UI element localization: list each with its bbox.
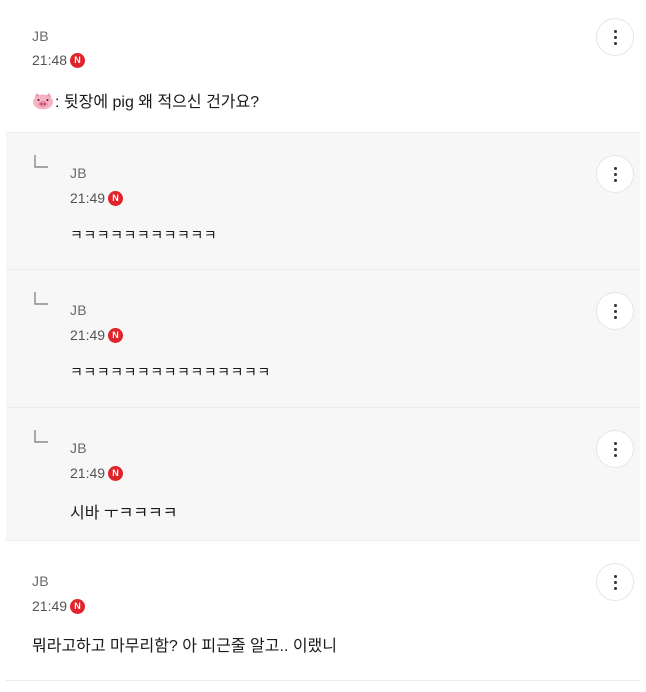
- comment-author[interactable]: JB: [70, 440, 87, 456]
- comment-time: 21:49: [32, 598, 68, 614]
- comment-time: 21:49: [70, 465, 106, 481]
- comment-time: 21:49: [70, 190, 106, 206]
- more-options-button[interactable]: [596, 18, 634, 56]
- new-badge: N: [108, 327, 124, 343]
- comment-author[interactable]: JB: [32, 28, 49, 44]
- comment: JB 21:49 N 뭐라고하고 마무리함? 아 피근줄 알고.. 이랬니: [6, 541, 640, 692]
- more-dots-icon: [613, 29, 617, 33]
- comment-time: 21:48: [32, 52, 68, 68]
- reply-arrow-icon: [34, 430, 48, 443]
- reply-arrow-icon: [34, 292, 48, 305]
- comment-text: ㅋㅋㅋㅋㅋㅋㅋㅋㅋㅋㅋ: [70, 227, 218, 243]
- reply-comment: JB 21:49 N ㅋㅋㅋㅋㅋㅋㅋㅋㅋㅋㅋㅋㅋㅋㅋ: [6, 270, 640, 407]
- comment-author[interactable]: JB: [70, 165, 87, 181]
- comment-text: : 뒷장에 pig 왜 적으신 건가요?: [32, 88, 259, 115]
- more-options-button[interactable]: [596, 430, 634, 468]
- more-options-button[interactable]: [596, 563, 634, 601]
- comment-meta: 21:49 N: [70, 465, 124, 481]
- reply-comment: JB 21:49 N 시바 ㅜㅋㅋㅋㅋ: [6, 408, 640, 540]
- new-badge: N: [108, 190, 124, 206]
- comment-time: 21:49: [70, 327, 106, 343]
- comment-text: 시바 ㅜㅋㅋㅋㅋ: [70, 505, 178, 522]
- comment-meta: 21:48 N: [32, 52, 86, 68]
- new-badge: N: [70, 52, 86, 68]
- pig-face-icon: [32, 92, 54, 115]
- comment-meta: 21:49 N: [70, 327, 124, 343]
- more-dots-icon: [613, 166, 617, 170]
- new-badge: N: [108, 465, 124, 481]
- comment-author[interactable]: JB: [70, 302, 87, 318]
- more-options-button[interactable]: [596, 292, 634, 330]
- more-dots-icon: [613, 303, 617, 307]
- comment-text: 뭐라고하고 마무리함? 아 피근줄 알고.. 이랬니: [32, 638, 337, 655]
- reply-comment: JB 21:49 N ㅋㅋㅋㅋㅋㅋㅋㅋㅋㅋㅋ: [6, 133, 640, 269]
- divider: [6, 680, 640, 681]
- comment: JB 21:48 N : 뒷장에 pig 왜 적으신 건가요?: [6, 0, 640, 132]
- more-dots-icon: [613, 441, 617, 445]
- comment-meta: 21:49 N: [70, 190, 124, 206]
- comment-text: ㅋㅋㅋㅋㅋㅋㅋㅋㅋㅋㅋㅋㅋㅋㅋ: [70, 364, 271, 380]
- comment-author[interactable]: JB: [32, 573, 49, 589]
- more-options-button[interactable]: [596, 155, 634, 193]
- more-dots-icon: [613, 574, 617, 578]
- new-badge: N: [70, 598, 86, 614]
- comment-text-content: : 뒷장에 pig 왜 적으신 건가요?: [55, 94, 260, 111]
- reply-arrow-icon: [34, 155, 48, 168]
- comment-meta: 21:49 N: [32, 598, 86, 614]
